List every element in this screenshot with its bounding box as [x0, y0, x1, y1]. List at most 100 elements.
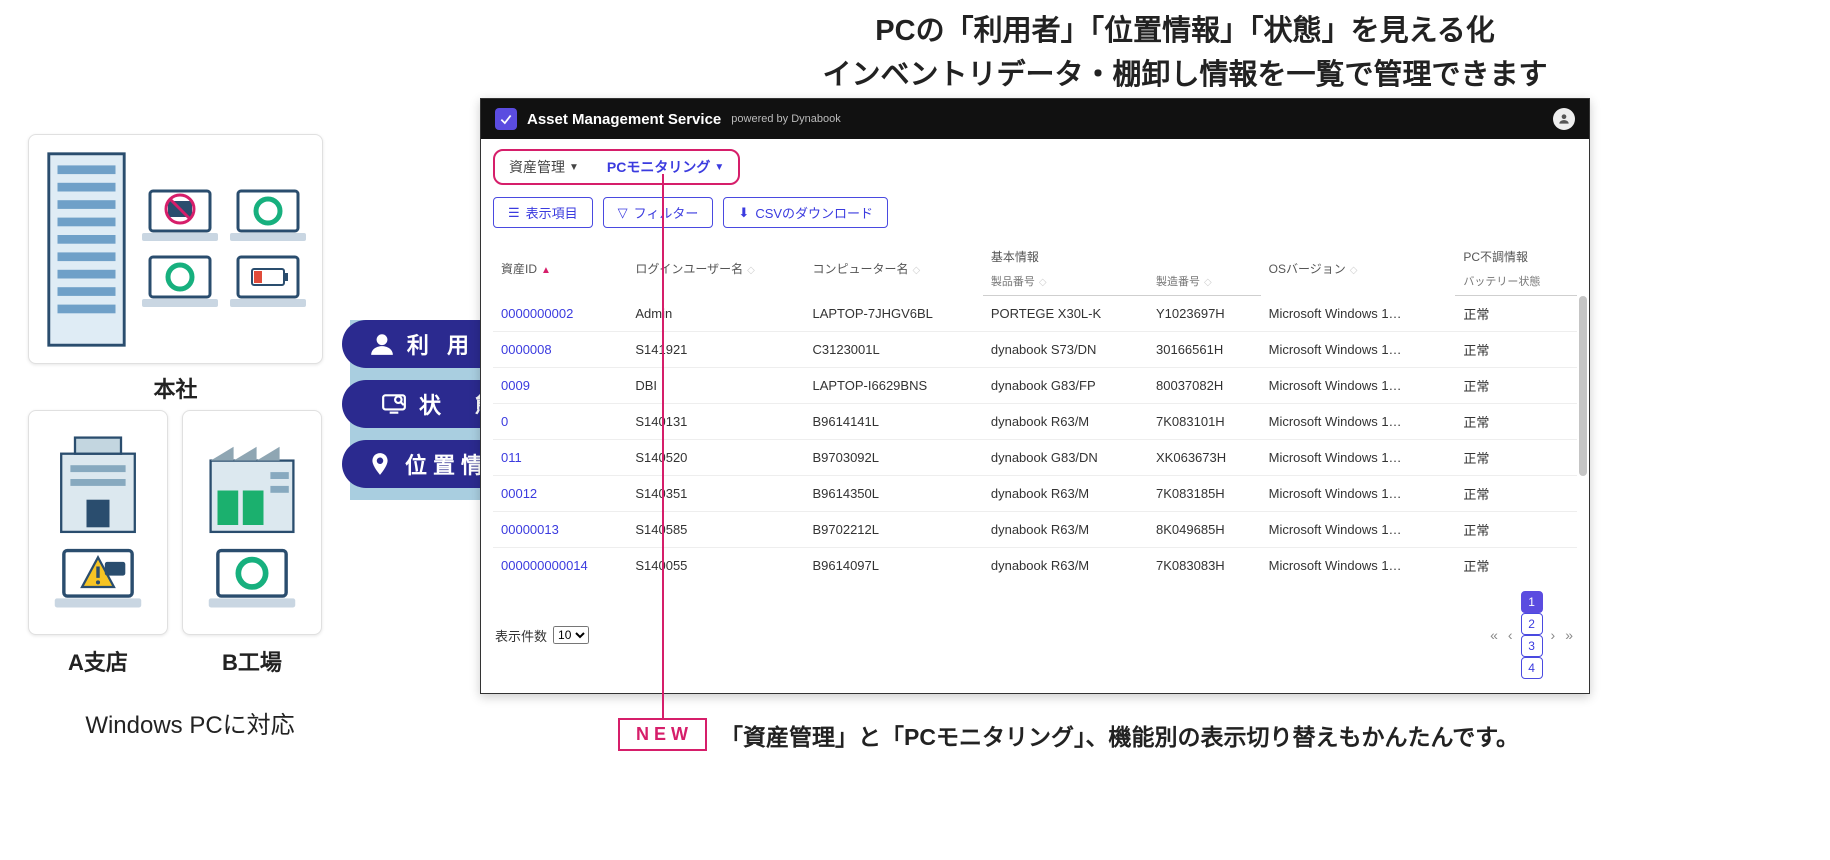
- cell: DBI: [627, 368, 804, 404]
- filter-icon: ▽: [618, 205, 628, 221]
- cell: 正常: [1455, 440, 1577, 476]
- cell: S140351: [627, 476, 804, 512]
- col-computer-name[interactable]: コンピューター名◇: [804, 240, 982, 296]
- col-serial-no[interactable]: 製造番号◇: [1148, 271, 1261, 296]
- chevron-down-icon: ▼: [569, 162, 579, 173]
- cell: 80037082H: [1148, 368, 1261, 404]
- columns-button[interactable]: ☰表示項目: [493, 197, 593, 228]
- tab-pc-monitoring[interactable]: PCモニタリング ▼: [593, 151, 738, 183]
- cell-asset-id[interactable]: 00012: [493, 476, 627, 512]
- cell: dynabook G83/FP: [983, 368, 1148, 404]
- cell: 正常: [1455, 512, 1577, 548]
- cell: Microsoft Windows 1…: [1261, 368, 1456, 404]
- pager-page-1[interactable]: 1: [1521, 591, 1543, 613]
- csv-download-button[interactable]: ⬇CSVのダウンロード: [723, 197, 888, 228]
- list-icon: ☰: [508, 205, 520, 221]
- laptop-warning-icon: [52, 546, 144, 612]
- cell: Microsoft Windows 1…: [1261, 440, 1456, 476]
- cell: Microsoft Windows 1…: [1261, 296, 1456, 332]
- cell: 正常: [1455, 404, 1577, 440]
- pager-page-4[interactable]: 4: [1521, 657, 1543, 679]
- table-row: 00000013S140585B9702212Ldynabook R63/M8K…: [493, 512, 1577, 548]
- cell-asset-id[interactable]: 011: [493, 440, 627, 476]
- filter-label: フィルター: [634, 203, 699, 222]
- app-window: Asset Management Service powered by Dyna…: [480, 98, 1590, 694]
- vertical-scrollbar[interactable]: [1579, 296, 1587, 476]
- chevron-down-icon: ▼: [714, 162, 724, 173]
- laptop-lowbatt-icon: [228, 253, 308, 311]
- cell: Admin: [627, 296, 804, 332]
- label-branch-a: A支店: [28, 645, 168, 677]
- pager-last[interactable]: »: [1563, 627, 1575, 643]
- cell: Microsoft Windows 1…: [1261, 404, 1456, 440]
- tab-asset-label: 資産管理: [509, 157, 565, 177]
- sort-icon: ◇: [1350, 265, 1358, 276]
- new-badge: NEW: [618, 718, 707, 751]
- cell: B9703092L: [804, 440, 982, 476]
- csv-label: CSVのダウンロード: [755, 203, 873, 222]
- app-title: Asset Management Service: [527, 111, 721, 128]
- grid-footer: 表示件数 10 « ‹ 1234 › »: [481, 581, 1589, 693]
- cell: dynabook R63/M: [983, 548, 1148, 582]
- pagesize-label: 表示件数: [495, 626, 547, 645]
- card-factory-b: [182, 410, 322, 635]
- pagesize-select[interactable]: 10: [553, 626, 589, 644]
- cell: 正常: [1455, 296, 1577, 332]
- cell: 正常: [1455, 548, 1577, 582]
- tab-asset-management[interactable]: 資産管理 ▼: [495, 151, 593, 183]
- cell: Microsoft Windows 1…: [1261, 512, 1456, 548]
- cell-asset-id[interactable]: 0000000002: [493, 296, 627, 332]
- cell-asset-id[interactable]: 00000013: [493, 512, 627, 548]
- label-windows: Windows PCに対応: [40, 705, 340, 740]
- table-row: 000000000014S140055B9614097Ldynabook R63…: [493, 548, 1577, 582]
- col-os-version[interactable]: OSバージョン◇: [1261, 240, 1456, 296]
- laptop-error-icon: [140, 187, 220, 245]
- cell: C3123001L: [804, 332, 982, 368]
- filter-button[interactable]: ▽ フィルター: [603, 197, 714, 228]
- cell: 7K083101H: [1148, 404, 1261, 440]
- sort-icon: ◇: [1039, 277, 1047, 288]
- col-login-user[interactable]: ログインユーザー名◇: [627, 240, 804, 296]
- cell-asset-id[interactable]: 0000008: [493, 332, 627, 368]
- tab-mon-label: PCモニタリング: [607, 157, 710, 177]
- user-avatar-icon[interactable]: [1553, 108, 1575, 130]
- card-hq: [28, 134, 323, 364]
- sort-icon: ▲: [541, 265, 551, 276]
- cell-asset-id[interactable]: 0: [493, 404, 627, 440]
- pager-first[interactable]: «: [1488, 627, 1500, 643]
- sort-icon: ◇: [747, 265, 755, 276]
- callout-line: [662, 174, 664, 730]
- col-battery-status[interactable]: バッテリー状態: [1455, 271, 1577, 296]
- cell: B9702212L: [804, 512, 982, 548]
- monitor-icon: [381, 391, 407, 417]
- laptop-ok-icon: [228, 187, 308, 245]
- cell-asset-id[interactable]: 000000000014: [493, 548, 627, 582]
- pager-page-3[interactable]: 3: [1521, 635, 1543, 657]
- sort-icon: ◇: [913, 265, 921, 276]
- app-header: Asset Management Service powered by Dyna…: [481, 99, 1589, 139]
- label-hq: 本社: [28, 372, 323, 404]
- laptop-ok-icon: [206, 546, 298, 612]
- col-product-no[interactable]: 製品番号◇: [983, 271, 1148, 296]
- cell: XK063673H: [1148, 440, 1261, 476]
- cell: S140585: [627, 512, 804, 548]
- table-row: 0S140131B9614141Ldynabook R63/M7K083101H…: [493, 404, 1577, 440]
- pager-next[interactable]: ›: [1549, 627, 1558, 643]
- pager: « ‹ 1234 › »: [1488, 591, 1575, 679]
- pager-prev[interactable]: ‹: [1506, 627, 1515, 643]
- cell: 正常: [1455, 332, 1577, 368]
- col-asset-id[interactable]: 資産ID▲: [493, 240, 627, 296]
- col-pc-issue: PC不調情報: [1455, 240, 1577, 271]
- cell-asset-id[interactable]: 0009: [493, 368, 627, 404]
- cell: PORTEGE X30L-K: [983, 296, 1148, 332]
- cell: S140520: [627, 440, 804, 476]
- cell: 正常: [1455, 476, 1577, 512]
- cell: dynabook S73/DN: [983, 332, 1148, 368]
- headline-line2: インベントリデータ・棚卸し情報を一覧で管理できます: [822, 59, 1547, 91]
- cell: S140131: [627, 404, 804, 440]
- cell: S141921: [627, 332, 804, 368]
- cell: Y1023697H: [1148, 296, 1261, 332]
- table-row: 0009DBILAPTOP-I6629BNSdynabook G83/FP800…: [493, 368, 1577, 404]
- pager-page-2[interactable]: 2: [1521, 613, 1543, 635]
- table-row: 00012S140351B9614350Ldynabook R63/M7K083…: [493, 476, 1577, 512]
